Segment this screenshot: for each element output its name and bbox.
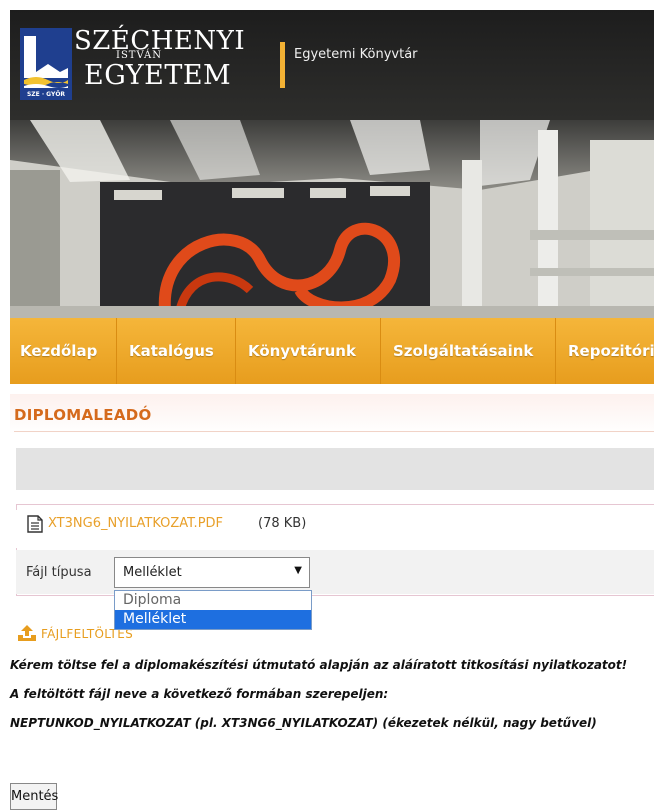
university-logo-emblem[interactable]: SZE · GYŐR [20,28,72,100]
file-type-label: Fájl típusa [26,565,92,580]
nav-item-katalogus[interactable]: Katalógus [117,318,236,384]
site-name: Egyetemi Könyvtár [294,47,418,62]
nav-item-konyvtarunk[interactable]: Könyvtárunk [236,318,381,384]
save-button[interactable]: Mentés [10,783,58,810]
dropdown-option-melleklet[interactable]: Melléklet [115,610,311,629]
library-hero-photo [10,120,654,318]
file-size: (78 KB) [258,516,307,531]
instruction-line-2: A feltöltött fájl neve a következő formá… [10,687,389,701]
title-divider [14,431,654,432]
file-type-select[interactable]: Melléklet ▼ [114,557,310,588]
info-bar [16,448,654,490]
dropdown-arrow-icon: ▼ [294,565,302,576]
header-divider-bar [280,42,285,88]
site-header: SZE · GYŐR SZÉCHENYI ISTVÁN EGYETEM Egye… [10,10,654,318]
dropdown-option-diploma[interactable]: Diploma [115,591,311,610]
logo-badge-text: SZE · GYŐR [27,91,65,98]
upload-icon[interactable] [17,624,37,642]
logo-text-egyetem: EGYETEM [84,60,232,91]
main-navigation: Kezdőlap Katalógus Könyvtárunk Szolgálta… [10,318,654,384]
uploaded-file-link[interactable]: XT3NG6_NYILATKOZAT.PDF [48,516,223,531]
file-type-dropdown-list: Diploma Melléklet [114,590,312,630]
nav-item-szolgaltatasaink[interactable]: Szolgáltatásaink [381,318,556,384]
nav-item-kezdolap[interactable]: Kezdőlap [10,318,117,384]
instruction-line-1: Kérem töltse fel a diplomakészítési útmu… [10,658,628,672]
page-title: DIPLOMALEADÓ [14,406,152,424]
header-top-bar: SZE · GYŐR SZÉCHENYI ISTVÁN EGYETEM Egye… [10,10,654,120]
document-icon [27,515,43,533]
instruction-line-3: NEPTUNKOD_NYILATKOZAT (pl. XT3NG6_NYILAT… [10,716,597,730]
file-type-row [16,550,654,594]
file-type-selected-value: Melléklet [123,565,182,580]
nav-item-repozitorium[interactable]: Repozitóri [556,318,654,384]
